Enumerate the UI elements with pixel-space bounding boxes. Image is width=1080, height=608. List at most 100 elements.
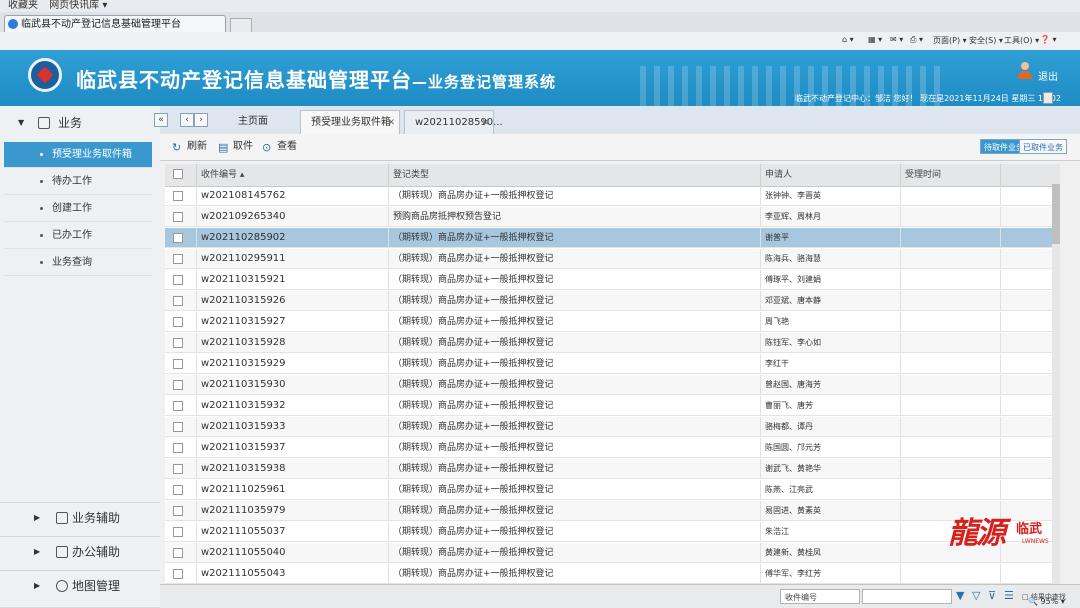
row-checkbox[interactable] xyxy=(173,443,183,453)
row-select-cell[interactable] xyxy=(165,564,197,584)
table-row[interactable]: w202110315937 （期转现）商品房办证+一般抵押权登记 陈国圆、邝元芳 xyxy=(165,438,1057,458)
table-row[interactable]: w202110315927 （期转现）商品房办证+一般抵押权登记 周飞艳 xyxy=(165,312,1057,332)
close-icon[interactable]: ✕ xyxy=(481,111,489,135)
row-checkbox[interactable] xyxy=(173,233,183,243)
column-header-no[interactable]: 收件编号 ▴ xyxy=(197,164,389,186)
row-select-cell[interactable] xyxy=(165,312,197,332)
scrollbar-thumb[interactable] xyxy=(1052,184,1060,244)
tab-prev-icon[interactable]: ‹ xyxy=(180,113,194,127)
sidebar-item-inbox[interactable]: 预受理业务取件箱 xyxy=(4,142,152,168)
table-row[interactable]: w202111025961 （期转现）商品房办证+一般抵押权登记 陈燕、江亮武 xyxy=(165,480,1057,500)
row-checkbox[interactable] xyxy=(173,422,183,432)
sidebar-item-query[interactable]: 业务查询 xyxy=(4,250,152,276)
filter-clear-icon[interactable]: ⊽ xyxy=(988,590,1000,602)
collapse-sidebar-icon[interactable]: « xyxy=(154,113,168,127)
row-checkbox[interactable] xyxy=(173,527,183,537)
table-row[interactable]: w202111055043 （期转现）商品房办证+一般抵押权登记 傅华军、李红芳 xyxy=(165,564,1057,584)
row-checkbox[interactable] xyxy=(173,464,183,474)
filter-icon[interactable]: ▼ xyxy=(956,590,968,602)
row-checkbox[interactable] xyxy=(173,212,183,222)
search-field-select[interactable]: 收件编号 xyxy=(780,589,860,604)
row-select-cell[interactable] xyxy=(165,228,197,248)
advanced-filter-icon[interactable]: ☰ xyxy=(1004,590,1016,602)
row-select-cell[interactable] xyxy=(165,417,197,437)
table-row[interactable]: w202111055040 （期转现）商品房办证+一般抵押权登记 黄建新、黄桂凤 xyxy=(165,543,1057,563)
table-row[interactable]: w202110315933 （期转现）商品房办证+一般抵押权登记 骆梅都、谭丹 xyxy=(165,417,1057,437)
table-row[interactable]: w202110315926 （期转现）商品房办证+一般抵押权登记 邓亚斌、唐本静 xyxy=(165,291,1057,311)
row-checkbox[interactable] xyxy=(173,401,183,411)
table-row[interactable]: w202110315932 （期转现）商品房办证+一般抵押权登记 曹丽飞、唐芳 xyxy=(165,396,1057,416)
table-row[interactable]: w202108145762 （期转现）商品房办证+一般抵押权登记 张钟钟、李晋英 xyxy=(165,186,1057,206)
tab-record[interactable]: w20211028590... ✕ xyxy=(404,110,503,135)
row-checkbox[interactable] xyxy=(173,485,183,495)
select-all-cell[interactable] xyxy=(165,164,197,186)
column-header-time[interactable]: 受理时间 xyxy=(901,164,1001,186)
sidebar-section-business[interactable]: ▼ 业务 xyxy=(0,108,160,138)
table-row[interactable]: w202110295911 （期转现）商品房办证+一般抵押权登记 陈海兵、骆海慧 xyxy=(165,249,1057,269)
row-select-cell[interactable] xyxy=(165,291,197,311)
sidebar-section-office[interactable]: ▶ 办公辅助 xyxy=(0,536,160,567)
row-select-cell[interactable] xyxy=(165,333,197,353)
menu-help[interactable]: ❓ ▾ xyxy=(1040,35,1057,44)
column-header-type[interactable]: 登记类型 xyxy=(389,164,761,186)
menu-tools[interactable]: 工具(O) ▾ xyxy=(1004,35,1039,46)
tab-inbox[interactable]: 预受理业务取件箱 ✕ xyxy=(300,110,400,134)
web-slice-link[interactable]: 网页快讯库 ▾ xyxy=(49,0,107,12)
table-row[interactable]: w202110315921 （期转现）商品房办证+一般抵押权登记 傅琢平、刘建娟 xyxy=(165,270,1057,290)
row-select-cell[interactable] xyxy=(165,522,197,542)
column-header-applicant[interactable]: 申请人 xyxy=(761,164,901,186)
row-select-cell[interactable] xyxy=(165,480,197,500)
table-row[interactable]: w202110315930 （期转现）商品房办证+一般抵押权登记 曾赵国、唐海芳 xyxy=(165,375,1057,395)
table-row[interactable]: w202110315929 （期转现）商品房办证+一般抵押权登记 李红干 xyxy=(165,354,1057,374)
print-icon[interactable]: ⎙ ▾ xyxy=(910,35,923,45)
row-select-cell[interactable] xyxy=(165,354,197,374)
fetch-button[interactable]: ▤ 取件 xyxy=(218,140,253,154)
row-select-cell[interactable] xyxy=(165,501,197,521)
row-select-cell[interactable] xyxy=(165,270,197,290)
browser-tab-active[interactable]: 临武县不动产登记信息基础管理平台 xyxy=(4,15,226,32)
favorites-link[interactable]: 收藏夹 xyxy=(8,0,38,12)
row-checkbox[interactable] xyxy=(173,317,183,327)
sidebar-section-assist[interactable]: ▶ 业务辅助 xyxy=(0,502,160,533)
logout-button[interactable]: 退出 xyxy=(1038,68,1058,83)
filter-add-icon[interactable]: ▽ xyxy=(972,590,984,602)
row-checkbox[interactable] xyxy=(173,275,183,285)
table-row[interactable]: w202109265340 预购商品房抵押权预告登记 李亚辉、周林月 xyxy=(165,207,1057,227)
row-checkbox[interactable] xyxy=(173,254,183,264)
refresh-button[interactable]: ↻ 刷新 xyxy=(172,140,207,154)
row-checkbox[interactable] xyxy=(173,569,183,579)
row-select-cell[interactable] xyxy=(165,438,197,458)
table-row[interactable]: w202110285902 （期转现）商品房办证+一般抵押权登记 谢普平 xyxy=(165,228,1057,248)
sidebar-item-create[interactable]: 创建工作 xyxy=(4,196,152,222)
table-row[interactable]: w202110315928 （期转现）商品房办证+一般抵押权登记 陈钰军、李心如 xyxy=(165,333,1057,353)
row-select-cell[interactable] xyxy=(165,375,197,395)
row-checkbox[interactable] xyxy=(173,548,183,558)
row-select-cell[interactable] xyxy=(165,186,197,206)
row-checkbox[interactable] xyxy=(173,359,183,369)
sidebar-section-map[interactable]: ▶ 地图管理 xyxy=(0,570,160,601)
mail-icon[interactable]: ✉ ▾ xyxy=(890,35,903,44)
tab-home[interactable]: 主页面 xyxy=(228,110,300,134)
table-row[interactable]: w202110315938 （期转现）商品房办证+一般抵押权登记 谢武飞、黄艳华 xyxy=(165,459,1057,479)
row-checkbox[interactable] xyxy=(173,296,183,306)
row-checkbox[interactable] xyxy=(173,191,183,201)
new-tab-button[interactable] xyxy=(230,18,252,33)
row-select-cell[interactable] xyxy=(165,459,197,479)
close-icon[interactable]: ✕ xyxy=(387,111,395,135)
tab-next-icon[interactable]: › xyxy=(194,113,208,127)
home-icon[interactable]: ⌂ ▾ xyxy=(842,35,854,44)
select-all-checkbox[interactable] xyxy=(173,169,183,179)
menu-page[interactable]: 页面(P) ▾ xyxy=(933,35,967,46)
sidebar-item-done[interactable]: 已办工作 xyxy=(4,223,152,249)
row-checkbox[interactable] xyxy=(173,506,183,516)
row-select-cell[interactable] xyxy=(165,249,197,269)
row-select-cell[interactable] xyxy=(165,543,197,563)
search-input[interactable] xyxy=(862,589,952,604)
row-select-cell[interactable] xyxy=(165,396,197,416)
zoom-level[interactable]: 🔍 95% ▾ xyxy=(1028,597,1065,606)
feeds-icon[interactable]: ▦ ▾ xyxy=(868,35,882,44)
row-checkbox[interactable] xyxy=(173,338,183,348)
header-scroll-button[interactable] xyxy=(1043,92,1053,104)
table-row[interactable]: w202111055037 （期转现）商品房办证+一般抵押权登记 朱浩江 xyxy=(165,522,1057,542)
row-select-cell[interactable] xyxy=(165,207,197,227)
